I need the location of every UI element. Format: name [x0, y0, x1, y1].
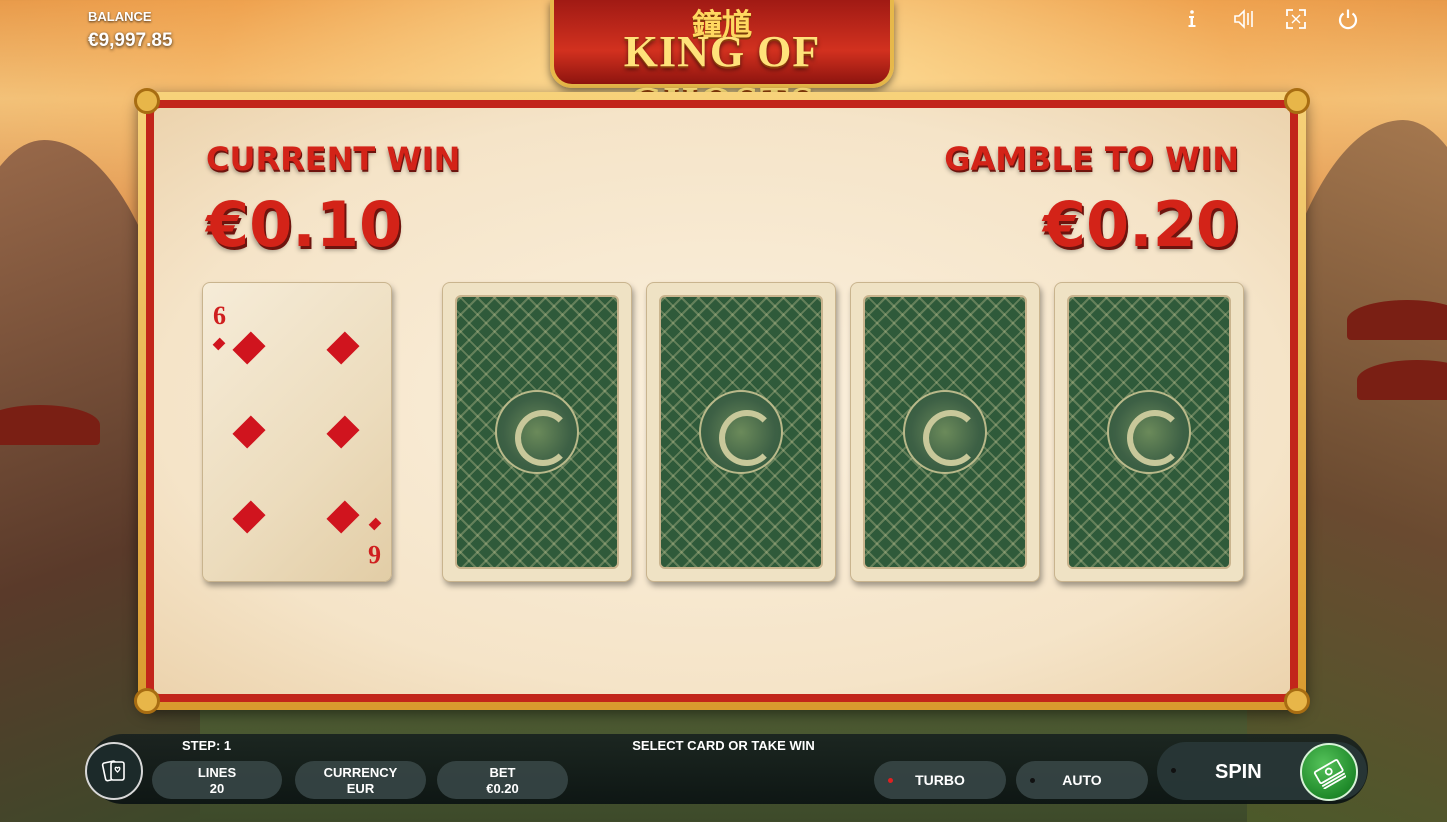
bet-value: €0.20	[486, 781, 519, 796]
card-back-pattern	[659, 295, 823, 569]
frame-corner-ornament	[1284, 88, 1310, 114]
info-icon[interactable]	[1181, 8, 1203, 30]
balance-label: BALANCE	[88, 9, 152, 24]
lines-label: LINES	[197, 765, 237, 780]
card-rank-bottom: 6	[368, 540, 381, 569]
currency-display[interactable]: CURRENCY EUR	[295, 761, 426, 799]
card-back-emblem-icon	[903, 390, 987, 474]
turbo-indicator-dot	[888, 778, 893, 783]
frame-corner-ornament	[1284, 688, 1310, 714]
bet-display[interactable]: BET €0.20	[437, 761, 568, 799]
lines-value: 20	[209, 781, 225, 796]
auto-label: AUTO	[1062, 772, 1102, 788]
card-back-pattern	[863, 295, 1027, 569]
turbo-label: TURBO	[915, 772, 965, 788]
face-down-card-3[interactable]	[850, 282, 1040, 582]
card-rank-top: 6	[213, 301, 226, 330]
pagoda-roof-right-upper	[1347, 300, 1447, 340]
diamond-icon	[368, 517, 382, 531]
diamond-icon	[326, 500, 360, 534]
sound-icon[interactable]	[1233, 8, 1255, 30]
diamond-icon	[232, 500, 266, 534]
cash-stack-icon	[1313, 759, 1346, 789]
face-down-card-4[interactable]	[1054, 282, 1244, 582]
gamble-to-win-amount: €0.20	[1042, 188, 1239, 261]
diamond-icon	[212, 337, 226, 351]
gamble-to-win-label: GAMBLE TO WIN	[944, 140, 1239, 178]
pagoda-roof-right-lower	[1357, 360, 1447, 400]
dealer-card-six-of-diamonds: 6 6	[202, 282, 392, 582]
balance-value: €9,997.85	[88, 30, 173, 51]
cards-icon	[101, 760, 125, 782]
game-logo: 鐘馗 KING OF GHOSTS	[550, 0, 894, 127]
diamond-icon	[232, 415, 266, 449]
frame-corner-ornament	[134, 88, 160, 114]
currency-value: EUR	[346, 781, 375, 796]
card-back-pattern	[455, 295, 619, 569]
bet-label: BET	[489, 765, 516, 780]
current-win-amount: €0.10	[206, 188, 403, 261]
pagoda-roof-left	[0, 405, 100, 445]
card-back-emblem-icon	[495, 390, 579, 474]
diamond-icon	[232, 331, 266, 365]
face-down-card-1[interactable]	[442, 282, 632, 582]
card-back-emblem-icon	[699, 390, 783, 474]
spin-indicator-dot	[1171, 768, 1176, 773]
card-back-emblem-icon	[1107, 390, 1191, 474]
auto-toggle[interactable]: AUTO	[1016, 761, 1148, 799]
take-win-button[interactable]	[1300, 743, 1358, 801]
spin-label: SPIN	[1215, 761, 1262, 783]
face-down-card-2[interactable]	[646, 282, 836, 582]
lines-display[interactable]: LINES 20	[152, 761, 282, 799]
fullscreen-icon[interactable]	[1285, 8, 1307, 30]
power-icon[interactable]	[1337, 8, 1359, 30]
current-win-label: CURRENT WIN	[206, 140, 461, 178]
turbo-toggle[interactable]: TURBO	[874, 761, 1006, 799]
top-toolbar	[1181, 8, 1359, 30]
card-back-pattern	[1067, 295, 1231, 569]
currency-label: CURRENCY	[323, 765, 398, 780]
diamond-icon	[326, 415, 360, 449]
diamond-icon	[326, 331, 360, 365]
auto-indicator-dot	[1030, 778, 1035, 783]
frame-corner-ornament	[134, 688, 160, 714]
